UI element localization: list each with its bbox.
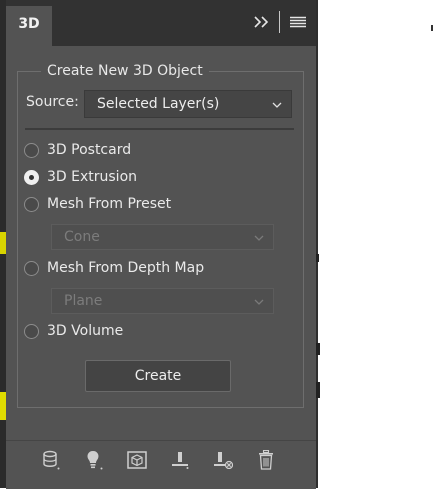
radio-button[interactable] <box>24 196 39 212</box>
source-dropdown[interactable]: Selected Layer(s) <box>84 90 292 118</box>
radio-label: 3D Postcard <box>47 142 132 158</box>
screen-artifact <box>316 382 320 398</box>
group-legend: Create New 3D Object <box>41 62 209 80</box>
radio-button-selected[interactable] <box>24 169 39 185</box>
filter-scene-icon[interactable] <box>40 449 62 471</box>
ground-plane-icon[interactable] <box>169 449 191 471</box>
create-button[interactable]: Create <box>85 360 231 392</box>
bottom-toolbar <box>6 440 316 489</box>
source-dropdown-value: Selected Layer(s) <box>97 96 220 112</box>
radio-label: Mesh From Depth Map <box>47 260 205 276</box>
hamburger-menu-icon[interactable] <box>290 16 306 28</box>
radio-button[interactable] <box>24 260 39 276</box>
radio-label: Mesh From Preset <box>47 196 172 212</box>
source-label: Source: <box>26 94 79 110</box>
depth-map-dropdown: Plane <box>51 288 274 314</box>
section-divider <box>25 128 294 130</box>
radio-3d-volume[interactable]: 3D Volume <box>24 321 123 341</box>
radio-3d-extrusion[interactable]: 3D Extrusion <box>24 167 137 187</box>
radio-mesh-from-depth-map[interactable]: Mesh From Depth Map <box>24 258 204 278</box>
panel-right-edge <box>316 0 318 488</box>
radio-button[interactable] <box>24 142 39 158</box>
radio-3d-postcard[interactable]: 3D Postcard <box>24 140 131 160</box>
3d-panel: 3D Create New 3D Object Source: Selected… <box>6 0 316 489</box>
panel-tab-bar: 3D <box>6 0 316 46</box>
light-bulb-icon[interactable] <box>83 449 105 471</box>
preset-dropdown-value: Cone <box>64 229 100 245</box>
preset-dropdown: Cone <box>51 224 274 250</box>
tab-bar-divider <box>279 11 280 33</box>
radio-mesh-from-preset[interactable]: Mesh From Preset <box>24 194 171 214</box>
trash-icon[interactable] <box>255 449 277 471</box>
chevron-down-icon <box>254 293 264 309</box>
3d-box-icon[interactable] <box>126 449 148 471</box>
radio-button[interactable] <box>24 323 39 339</box>
chevron-down-icon <box>272 96 282 112</box>
tab-3d[interactable]: 3D <box>6 6 52 46</box>
screen-artifact <box>431 25 433 31</box>
screen-artifact <box>316 254 319 262</box>
ground-plane-remove-icon[interactable] <box>212 449 234 471</box>
radio-label: 3D Volume <box>47 323 124 339</box>
double-chevron-right-icon[interactable] <box>253 16 269 28</box>
screen-artifact <box>316 343 320 355</box>
chevron-down-icon <box>254 229 264 245</box>
depth-map-dropdown-value: Plane <box>64 293 103 309</box>
radio-label: 3D Extrusion <box>47 169 138 185</box>
